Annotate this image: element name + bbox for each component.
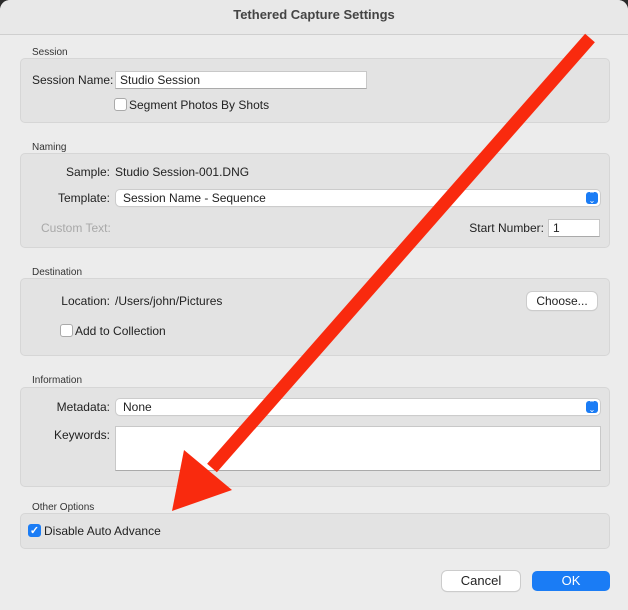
tethered-capture-dialog: Tethered Capture Settings Session Sessio… [0, 0, 628, 610]
arrow-shaft [207, 33, 595, 473]
annotation-arrow [172, 33, 595, 511]
